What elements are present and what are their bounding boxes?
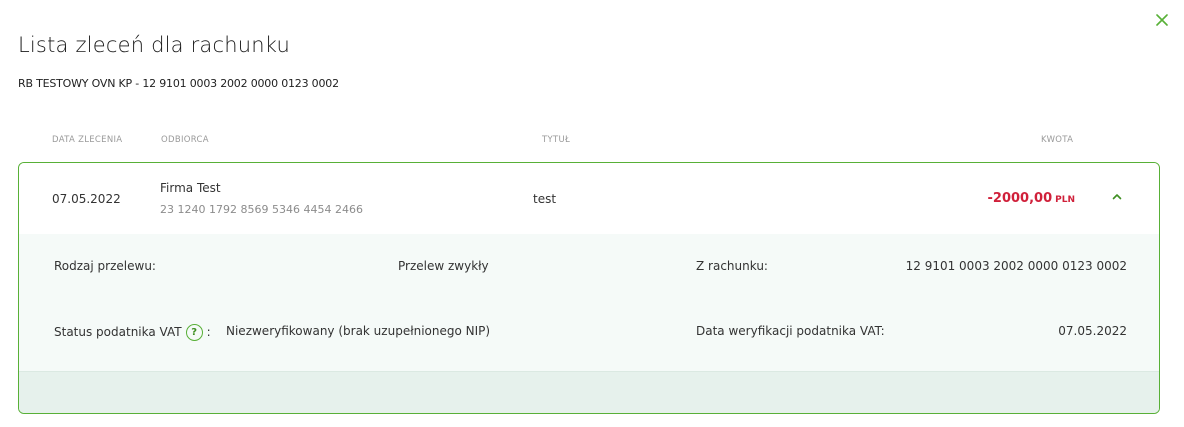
transfer-type-value: Przelew zwykły [398,259,489,273]
row-details: Rodzaj przelewu: Przelew zwykły Z rachun… [19,234,1159,371]
question-icon[interactable]: ? [185,324,203,341]
dialog-title: Lista zleceń dla rachunku [18,33,290,57]
amount-currency: PLN [1055,195,1075,205]
transfer-type-label: Rodzaj przelewu: [54,259,156,273]
account-subtitle: RB TESTOWY OVN KP - 12 9101 0003 2002 00… [18,77,339,90]
chevron-up-icon [1112,193,1122,199]
vat-status-label-group: Status podatnika VAT?: [54,324,211,341]
recipient-name: Firma Test [160,181,221,195]
amount-value: -2000,00 [987,191,1053,206]
column-header-amount: KWOTA [1041,135,1074,145]
close-button[interactable] [1150,8,1174,32]
from-account-value: 12 9101 0003 2002 0000 0123 0002 [905,259,1127,273]
order-date: 07.05.2022 [52,192,121,206]
close-icon [1156,14,1168,26]
column-header-title: TYTUŁ [542,135,571,145]
vat-status-value: Niezweryfikowany (brak uzupełnionego NIP… [226,324,491,338]
vat-check-date-value: 07.05.2022 [1058,324,1127,338]
column-header-recipient: ODBIORCA [161,135,209,145]
collapse-row-button[interactable] [1105,184,1129,208]
table-row[interactable]: 07.05.2022 Firma Test 23 1240 1792 8569 … [19,163,1159,235]
transfer-title: test [533,192,557,206]
column-header-date: DATA ZLECENIA [52,135,123,145]
order-card: 07.05.2022 Firma Test 23 1240 1792 8569 … [18,162,1160,414]
vat-status-colon: : [206,325,211,339]
recipient-account: 23 1240 1792 8569 5346 4454 2466 [160,203,363,216]
vat-check-date-label: Data weryfikacji podatnika VAT: [696,324,885,338]
vat-status-label: Status podatnika VAT [54,325,182,339]
transfer-amount: -2000,00 PLN [988,191,1075,206]
details-footer [19,371,1159,413]
from-account-label: Z rachunku: [696,259,768,273]
